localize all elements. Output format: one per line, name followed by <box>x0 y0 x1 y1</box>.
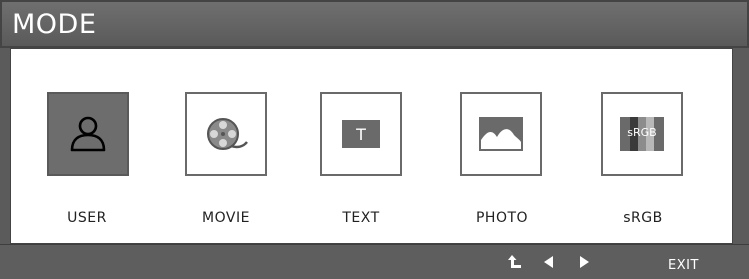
mode-panel: USER MOVIE T TEXT PHOTO sRGB sRGB <box>10 48 733 244</box>
bottom-button-bar: EXIT <box>0 244 749 279</box>
right-arrow-icon[interactable] <box>579 256 589 272</box>
mode-user-label: USER <box>67 210 107 226</box>
mode-text-label: TEXT <box>342 210 380 226</box>
mode-photo[interactable]: PHOTO <box>442 49 562 245</box>
text-icon: T <box>342 120 380 148</box>
frame-left-edge <box>0 48 10 244</box>
mode-user-tile[interactable] <box>47 92 129 176</box>
left-arrow-icon[interactable] <box>544 256 554 272</box>
srgb-icon-text: sRGB <box>627 126 657 139</box>
title-bar: MODE <box>0 0 749 48</box>
mode-srgb-tile[interactable]: sRGB <box>601 92 683 176</box>
return-arrow-icon[interactable] <box>508 254 522 274</box>
mode-user[interactable]: USER <box>27 49 147 245</box>
text-icon-glyph: T <box>356 124 366 144</box>
mode-srgb-label: sRGB <box>623 210 663 226</box>
mode-movie-label: MOVIE <box>202 210 250 226</box>
osd-window: MODE USER MOVIE T TEXT PHOTO sRGB sRGB E… <box>0 0 749 279</box>
mode-text-tile[interactable]: T <box>320 92 402 176</box>
user-icon <box>70 116 106 152</box>
mode-movie[interactable]: MOVIE <box>166 49 286 245</box>
mode-text[interactable]: T TEXT <box>301 49 421 245</box>
mode-movie-tile[interactable] <box>185 92 267 176</box>
mode-photo-tile[interactable] <box>460 92 542 176</box>
mode-srgb[interactable]: sRGB sRGB <box>583 49 703 245</box>
mode-photo-label: PHOTO <box>475 210 529 226</box>
exit-button[interactable]: EXIT <box>668 258 699 273</box>
film-reel-icon <box>207 118 248 150</box>
menu-title: MODE <box>12 9 97 40</box>
srgb-icon: sRGB <box>620 117 664 151</box>
frame-right-edge <box>733 48 749 244</box>
photo-icon <box>479 117 523 151</box>
